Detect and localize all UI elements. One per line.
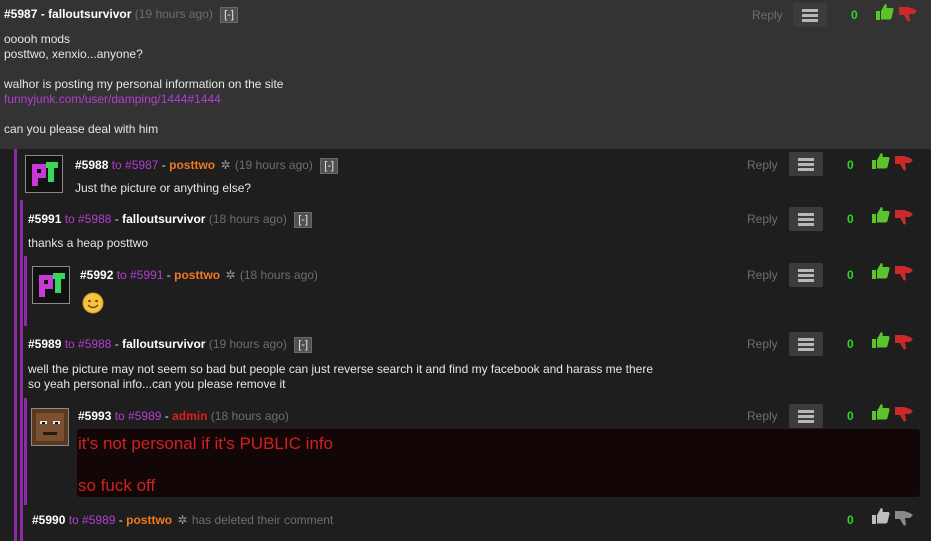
thumb-up-icon[interactable] (870, 152, 890, 170)
timestamp: (19 hours ago) (134, 7, 213, 21)
comment-id[interactable]: #5991 (28, 212, 61, 226)
comment-id[interactable]: #5988 (75, 158, 108, 172)
score: 0 (851, 8, 858, 22)
thumb-up-icon[interactable] (870, 403, 890, 421)
comment-text: Just the picture or anything else? (75, 181, 252, 195)
thumb-up-icon[interactable] (870, 262, 890, 280)
reply-button[interactable]: Reply (747, 409, 778, 423)
comment-header: #5988 to #5987 - posttwo ✲ (19 hours ago… (75, 158, 339, 174)
comment-line: can you please deal with him (4, 122, 159, 136)
comment-header: #5993 to #5989 - admin (18 hours ago) (78, 409, 289, 423)
collapse-button[interactable]: [-] (220, 7, 238, 23)
thumb-up-icon[interactable] (870, 331, 890, 349)
thread-bar (24, 256, 27, 326)
deleted-notice: has deleted their comment (191, 513, 334, 527)
comment-header: #5989 to #5988 - falloutsurvivor (19 hou… (28, 337, 312, 353)
username[interactable]: falloutsurvivor (48, 7, 131, 21)
menu-button[interactable] (789, 152, 823, 176)
menu-button[interactable] (789, 207, 823, 231)
thumb-down-icon[interactable] (898, 5, 918, 23)
thread-bar (20, 200, 23, 541)
comment-text: thanks a heap posttwo (28, 236, 149, 250)
timestamp: (18 hours ago) (210, 409, 289, 423)
score: 0 (847, 268, 854, 282)
timestamp: (19 hours ago) (234, 158, 313, 172)
username[interactable]: falloutsurvivor (122, 337, 205, 351)
reply-button[interactable]: Reply (747, 337, 778, 351)
comment-line: it's not personal if it's PUBLIC info (78, 434, 333, 453)
comment-line: ooooh mods (4, 32, 71, 46)
posttwo-avatar[interactable] (25, 155, 63, 193)
collapse-button[interactable]: [-] (294, 212, 312, 228)
comment-line: well the picture may not seem so bad but… (28, 362, 654, 376)
comment-header: #5987 - falloutsurvivor (19 hours ago) [… (4, 7, 238, 23)
username[interactable]: falloutsurvivor (122, 212, 205, 226)
comment-id[interactable]: #5992 (80, 268, 113, 282)
comment-line: walhor is posting my personal informatio… (4, 77, 284, 91)
score: 0 (847, 212, 854, 226)
score: 0 (847, 513, 854, 527)
username[interactable]: posttwo (126, 513, 172, 527)
username[interactable]: admin (172, 409, 207, 423)
comment-header: #5992 to #5991 - posttwo ✲ (18 hours ago… (80, 268, 318, 282)
score: 0 (847, 409, 854, 423)
collapse-button[interactable]: [-] (294, 337, 312, 353)
thumb-down-icon[interactable] (894, 264, 914, 282)
timestamp: (18 hours ago) (208, 212, 287, 226)
thumb-down-icon[interactable] (894, 154, 914, 172)
comment-body: well the picture may not seem so bad but… (28, 362, 728, 392)
menu-button[interactable] (789, 263, 823, 287)
posttwo-avatar[interactable] (32, 266, 70, 304)
comment-id[interactable]: #5993 (78, 409, 111, 423)
parent-link[interactable]: to #5988 (65, 337, 112, 351)
thumb-up-icon[interactable] (874, 3, 894, 21)
thumb-down-icon[interactable] (894, 208, 914, 226)
smiley-face-icon (82, 292, 104, 314)
menu-button[interactable] (789, 332, 823, 356)
score: 0 (847, 158, 854, 172)
thumb-up-icon[interactable] (870, 507, 890, 525)
star-icon: ✲ (177, 513, 187, 527)
comment-body: ooooh mods posttwo, xenxio...anyone? wal… (4, 32, 724, 137)
star-icon: ✲ (225, 268, 235, 282)
thumb-up-icon[interactable] (870, 206, 890, 224)
parent-link[interactable]: to #5989 (69, 513, 116, 527)
thumb-down-icon[interactable] (894, 509, 914, 527)
comment-id[interactable]: #5990 (32, 513, 65, 527)
timestamp: (19 hours ago) (208, 337, 287, 351)
profile-link[interactable]: funnyjunk.com/user/damping/1444#1444 (4, 92, 724, 107)
reply-button[interactable]: Reply (747, 158, 778, 172)
thumb-down-icon[interactable] (894, 405, 914, 423)
reply-button[interactable]: Reply (752, 8, 783, 22)
admin-comment-box: it's not personal if it's PUBLIC info so… (77, 429, 920, 497)
comment-header: #5991 to #5988 - falloutsurvivor (18 hou… (28, 212, 312, 228)
score: 0 (847, 337, 854, 351)
comment-line: so fuck off (78, 476, 156, 495)
parent-link[interactable]: to #5988 (65, 212, 112, 226)
admin-avatar[interactable] (31, 408, 69, 446)
thread-bar (14, 149, 17, 541)
comment-line: posttwo, xenxio...anyone? (4, 47, 143, 61)
parent-link[interactable]: to #5989 (115, 409, 162, 423)
username[interactable]: posttwo (174, 268, 220, 282)
timestamp: (18 hours ago) (239, 268, 318, 282)
collapse-button[interactable]: [-] (320, 158, 339, 174)
reply-button[interactable]: Reply (747, 212, 778, 226)
username[interactable]: posttwo (169, 158, 215, 172)
menu-button[interactable] (793, 3, 827, 27)
parent-link[interactable]: to #5991 (117, 268, 164, 282)
comment-line: so yeah personal info...can you please r… (28, 377, 286, 391)
thumb-down-icon[interactable] (894, 333, 914, 351)
comment-header: #5990 to #5989 - posttwo ✲ has deleted t… (32, 513, 334, 527)
comment-id[interactable]: #5989 (28, 337, 61, 351)
reply-button[interactable]: Reply (747, 268, 778, 282)
thread-bar (24, 398, 27, 505)
parent-link[interactable]: to #5987 (112, 158, 159, 172)
comment-id[interactable]: #5987 (4, 7, 37, 21)
star-icon: ✲ (220, 158, 230, 172)
menu-button[interactable] (789, 404, 823, 428)
